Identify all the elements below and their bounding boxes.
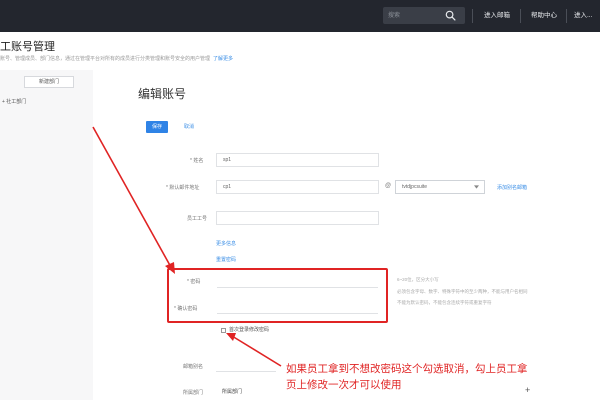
annotation-line: 如果员工拿到不想改密码这个勾选取消，勾上员工拿 — [286, 363, 528, 375]
more-info-link[interactable]: 更多信息 — [216, 240, 236, 247]
name-field[interactable]: sp1 — [216, 153, 379, 167]
arrow-line — [92, 126, 173, 270]
cancel-button[interactable]: 取消 — [184, 121, 200, 133]
nav-link-help[interactable]: 帮助中心 — [531, 9, 557, 23]
nickname-field[interactable] — [216, 358, 276, 372]
department-label: 所属部门 — [183, 390, 204, 396]
nav-separator — [472, 9, 473, 23]
password-hint: 不能为默认密码，不能包含连续字符或重复字符 — [397, 300, 492, 305]
learn-more-link[interactable]: 了解更多 — [213, 56, 233, 62]
password-highlight-box — [167, 268, 388, 323]
domain-select[interactable]: tvtdjpcsuite — [395, 180, 485, 194]
reset-password-link[interactable]: 重置密码 — [216, 256, 236, 263]
page-title: 工账号管理 — [0, 41, 55, 53]
form-title: 编辑账号 — [138, 87, 187, 101]
top-nav-bar: 进入邮箱 帮助中心 进入... — [0, 0, 600, 32]
page-description-text: 账号、管理成员、部门信息，通过在管理平台对所有的成员进行分类管理和账号安全的用户… — [0, 56, 211, 62]
force-change-password-label: 首次登录修改密码 — [229, 327, 270, 333]
nav-link-mailbox[interactable]: 进入邮箱 — [484, 9, 510, 23]
password-hint: 必须包含字母、数字、特殊字符中的至少两种，不能与用户名相同 — [397, 289, 528, 294]
search-icon[interactable] — [445, 10, 456, 21]
force-change-password-checkbox[interactable] — [221, 328, 226, 333]
add-alias-link[interactable]: 添加别名邮箱 — [497, 184, 527, 191]
annotation-text: 如果员工拿到不想改密码这个勾选取消，勾上员工拿 页上修改一次才可以使用 — [286, 361, 528, 393]
page-description: 账号、管理成员、部门信息，通过在管理平台对所有的成员进行分类管理和账号安全的用户… — [0, 55, 233, 62]
chevron-down-icon — [474, 185, 479, 189]
at-sign: @ — [385, 183, 392, 189]
save-button[interactable]: 保存 — [146, 121, 168, 133]
password-hint: 6~20位，区分大小写 — [397, 277, 439, 282]
nav-link-user[interactable]: 进入... — [574, 9, 592, 23]
employee-id-label: 员工工号 — [187, 216, 208, 222]
arrow-head-icon — [226, 333, 236, 341]
nav-separator — [566, 9, 567, 23]
nav-separator — [520, 9, 521, 23]
search-box[interactable] — [383, 7, 465, 24]
search-input[interactable] — [383, 7, 445, 24]
department-tree-item[interactable]: + 社工部门 — [2, 98, 26, 105]
domain-select-value: tvtdjpcsuite — [402, 184, 428, 190]
account-field[interactable]: cp1 — [216, 180, 379, 194]
nickname-label: 邮箱别名 — [183, 364, 204, 370]
department-sidebar: 新建部门 + 社工部门 — [0, 70, 93, 400]
name-label: * 姓名 — [190, 158, 204, 164]
annotation-line: 页上修改一次才可以使用 — [286, 379, 402, 391]
account-label: * 默认邮件地址 — [166, 185, 200, 191]
new-department-button[interactable]: 新建部门 — [24, 76, 74, 88]
department-field[interactable]: 所属部门 — [216, 386, 276, 398]
employee-id-field[interactable] — [216, 211, 379, 225]
